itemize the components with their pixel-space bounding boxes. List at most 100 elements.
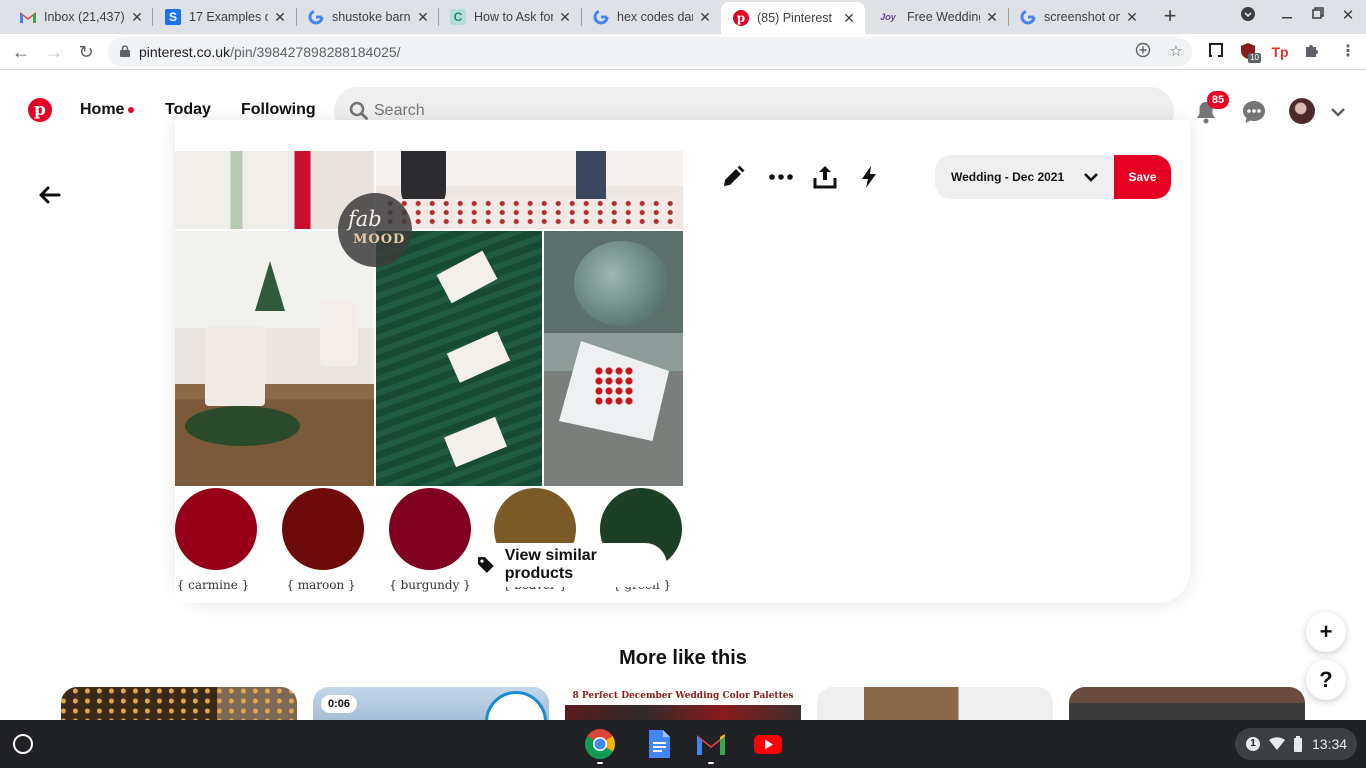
- edit-pencil-icon[interactable]: [720, 164, 746, 190]
- close-window-icon[interactable]: ✕: [1338, 6, 1358, 24]
- url-host: pinterest.co.uk: [139, 44, 231, 60]
- home-notification-dot: [128, 106, 135, 113]
- tab-hex-codes[interactable]: hex codes dark ✕: [581, 2, 721, 32]
- browser-toolbar: ← → ↻ pinterest.co.uk/pin/39842789828818…: [0, 34, 1366, 70]
- reload-icon[interactable]: ↻: [74, 40, 98, 64]
- address-bar[interactable]: pinterest.co.uk/pin/398427898288184025/ …: [108, 37, 1192, 67]
- extensions-puzzle-icon[interactable]: [1302, 42, 1322, 62]
- back-arrow-icon[interactable]: ←: [9, 40, 33, 64]
- help-button[interactable]: ?: [1306, 660, 1346, 700]
- close-icon[interactable]: ✕: [697, 9, 713, 26]
- close-icon[interactable]: ✕: [984, 9, 1000, 26]
- messages-icon[interactable]: [1241, 99, 1267, 125]
- tab-free-wedding[interactable]: Joy Free Wedding ✕: [865, 2, 1008, 32]
- view-similar-products-button[interactable]: View similar products: [463, 543, 667, 587]
- running-indicator: [708, 762, 714, 764]
- close-icon[interactable]: ✕: [557, 9, 573, 26]
- wifi-icon: [1269, 737, 1285, 750]
- extension-badge: 10: [1248, 53, 1261, 63]
- c-icon: C: [450, 9, 466, 25]
- pinterest-logo-icon[interactable]: p: [28, 98, 52, 122]
- os-shelf: 1 13:34: [0, 720, 1366, 768]
- google-icon: [1020, 9, 1036, 25]
- tab-how-to-ask[interactable]: C How to Ask for ✕: [438, 2, 581, 32]
- thumbnail-caption: 8 Perfect December Wedding Color Palette…: [572, 691, 794, 701]
- tab-title: Free Wedding: [907, 10, 980, 24]
- close-icon[interactable]: ✕: [1124, 9, 1140, 26]
- new-tab-button[interactable]: +: [1158, 4, 1182, 28]
- more-options-icon[interactable]: [768, 164, 794, 190]
- browser-tab-strip: Inbox (21,437) ✕ S 17 Examples o ✕ shust…: [0, 0, 1366, 34]
- photo-cakes: [175, 231, 374, 486]
- notification-count: 1: [1246, 737, 1260, 751]
- launcher-button[interactable]: [13, 734, 33, 754]
- swatch-label: { burgundy }: [389, 578, 471, 592]
- tab-screenshot[interactable]: screenshot on ✕: [1008, 2, 1148, 32]
- nav-today[interactable]: Today: [165, 101, 211, 119]
- save-button[interactable]: Save: [1114, 155, 1171, 199]
- view-similar-products-label: View similar products: [504, 547, 597, 582]
- photo-knit-tags: [376, 231, 542, 486]
- swatch-burgundy: [389, 488, 471, 570]
- tab-title: How to Ask for: [474, 10, 553, 24]
- nav-following[interactable]: Following: [241, 101, 316, 119]
- pinterest-icon: p: [733, 10, 749, 26]
- forward-arrow-icon[interactable]: →: [42, 40, 66, 64]
- tag-icon: [477, 557, 494, 573]
- tp-extension-icon[interactable]: Tp: [1270, 42, 1290, 62]
- google-docs-icon[interactable]: [643, 728, 675, 760]
- chrome-app-icon[interactable]: [584, 728, 616, 760]
- restore-icon[interactable]: [1308, 6, 1328, 23]
- close-icon[interactable]: ✕: [272, 9, 288, 26]
- tab-gmail[interactable]: Inbox (21,437) ✕: [8, 2, 153, 32]
- more-like-this-heading: More like this: [619, 647, 747, 669]
- board-selector-label: Wedding - Dec 2021: [951, 170, 1065, 184]
- battery-icon: [1294, 736, 1302, 752]
- cast-icon[interactable]: [1206, 42, 1226, 62]
- avatar[interactable]: [1289, 98, 1315, 124]
- photo-cinnamon-napkin: [544, 231, 683, 486]
- tab-title: (85) Pinterest: [757, 11, 833, 25]
- nav-home[interactable]: Home: [80, 101, 135, 119]
- swatch-label: { carmine }: [176, 578, 250, 592]
- url-path: /pin/398427898288184025/: [230, 44, 401, 60]
- lightning-icon[interactable]: [856, 164, 882, 190]
- nav-home-label: Home: [80, 101, 125, 118]
- bookmark-star-icon[interactable]: ☆: [1166, 42, 1186, 62]
- pin-image[interactable]: { carmine } { maroon } { burgundy } { be…: [175, 151, 683, 603]
- swatch-label: { maroon }: [286, 578, 356, 592]
- install-app-icon[interactable]: [1133, 42, 1153, 62]
- swatch-maroon: [282, 488, 364, 570]
- tab-title: shustoke barn: [332, 10, 411, 24]
- share-icon[interactable]: [812, 164, 838, 190]
- tab-shustoke[interactable]: shustoke barn ✕: [296, 2, 439, 32]
- create-plus-button[interactable]: +: [1306, 612, 1346, 652]
- status-tray[interactable]: 1 13:34: [1235, 728, 1357, 760]
- notification-count-badge: 85: [1207, 91, 1229, 109]
- minimize-icon[interactable]: [1277, 6, 1297, 23]
- close-icon[interactable]: ✕: [415, 9, 431, 26]
- clock: 13:34: [1312, 736, 1348, 752]
- gmail-icon: [20, 9, 36, 25]
- board-selector[interactable]: Wedding - Dec 2021: [935, 155, 1115, 199]
- close-icon[interactable]: ✕: [841, 10, 857, 27]
- tab-title: screenshot on: [1044, 10, 1120, 24]
- tab-title: 17 Examples o: [189, 10, 268, 24]
- video-duration: 0:06: [321, 695, 358, 713]
- joy-icon: Joy: [880, 12, 896, 22]
- account-chevron-down-icon[interactable]: [1330, 104, 1346, 120]
- tab-pinterest[interactable]: p (85) Pinterest ✕: [721, 2, 865, 34]
- tab-examples[interactable]: S 17 Examples o ✕: [153, 2, 296, 32]
- tab-search-icon[interactable]: [1238, 6, 1258, 26]
- back-arrow-icon[interactable]: [38, 185, 62, 209]
- chevron-down-icon: [1084, 173, 1098, 182]
- s-icon: S: [165, 9, 181, 25]
- browser-menu-icon[interactable]: ⋮: [1338, 42, 1358, 62]
- search-icon: [349, 101, 368, 120]
- extension-shield-icon[interactable]: 10: [1238, 42, 1261, 63]
- google-icon: [593, 9, 609, 25]
- youtube-app-icon[interactable]: [752, 728, 784, 760]
- close-icon[interactable]: ✕: [129, 9, 145, 26]
- swatch-carmine: [175, 488, 257, 570]
- gmail-app-icon[interactable]: [695, 728, 727, 760]
